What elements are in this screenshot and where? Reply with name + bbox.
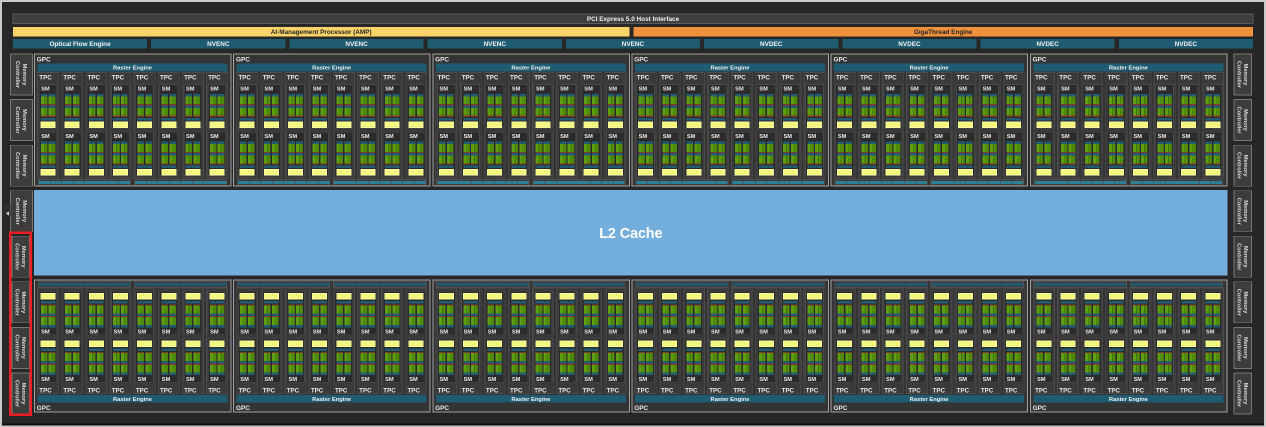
svg-text:Memory: Memory: [1242, 337, 1248, 360]
svg-text:Controller: Controller: [14, 106, 20, 134]
svg-text:Memory: Memory: [20, 337, 26, 360]
svg-text:Controller: Controller: [1235, 380, 1241, 408]
svg-text:Controller: Controller: [1235, 289, 1241, 317]
svg-text:NVENC: NVENC: [207, 41, 230, 48]
svg-text:Controller: Controller: [1235, 152, 1241, 180]
svg-text:Optical Flow Engine: Optical Flow Engine: [50, 41, 112, 48]
svg-text:NVDEC: NVDEC: [1036, 41, 1059, 48]
svg-text:Memory: Memory: [1242, 291, 1248, 314]
svg-text:Controller: Controller: [1235, 334, 1241, 362]
svg-text:Controller: Controller: [14, 152, 20, 180]
svg-text:NVDEC: NVDEC: [760, 41, 783, 48]
svg-text:Controller: Controller: [14, 61, 20, 89]
svg-text:Controller: Controller: [1235, 243, 1241, 271]
svg-text:Memory: Memory: [20, 291, 26, 314]
svg-text:Controller: Controller: [13, 380, 19, 408]
svg-text:Controller: Controller: [13, 334, 19, 362]
svg-text:NVENC: NVENC: [345, 41, 368, 48]
svg-text:Memory: Memory: [1242, 155, 1248, 178]
svg-text:NVDEC: NVDEC: [1175, 41, 1198, 48]
svg-text:NVENC: NVENC: [622, 41, 645, 48]
svg-text:AI-Management Processor (AMP): AI-Management Processor (AMP): [271, 29, 372, 36]
svg-text:L2 Cache: L2 Cache: [599, 226, 662, 242]
svg-text:GigaThread Engine: GigaThread Engine: [914, 29, 973, 36]
svg-text:Memory: Memory: [1242, 383, 1248, 406]
svg-text:Controller: Controller: [14, 198, 20, 226]
svg-text:Controller: Controller: [1235, 61, 1241, 89]
svg-text:NVDEC: NVDEC: [898, 41, 921, 48]
svg-text:Memory: Memory: [1242, 246, 1248, 269]
svg-text:Memory: Memory: [1242, 64, 1248, 87]
svg-text:NVENC: NVENC: [484, 41, 507, 48]
svg-text:Controller: Controller: [13, 243, 19, 271]
svg-text:Memory: Memory: [1242, 109, 1248, 132]
svg-text:Memory: Memory: [21, 200, 27, 223]
svg-text:Controller: Controller: [1235, 198, 1241, 226]
svg-text:Memory: Memory: [21, 155, 27, 178]
svg-text:Memory: Memory: [21, 109, 27, 132]
svg-text:PCI Express 5.0 Host Interface: PCI Express 5.0 Host Interface: [587, 16, 680, 23]
svg-text:Memory: Memory: [20, 383, 26, 406]
svg-text:Memory: Memory: [1242, 200, 1248, 223]
svg-text:Controller: Controller: [1235, 106, 1241, 134]
svg-text:Memory: Memory: [20, 246, 26, 269]
svg-text:Memory: Memory: [21, 64, 27, 87]
svg-text:Controller: Controller: [13, 289, 19, 317]
